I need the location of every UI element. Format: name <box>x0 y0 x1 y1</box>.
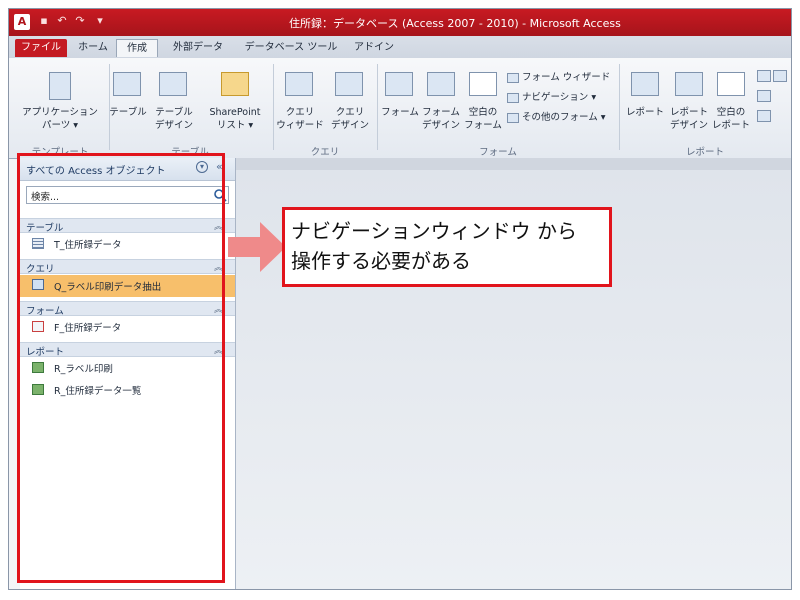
form-wizard-label: フォーム ウィザード <box>522 72 611 83</box>
tab-external-data[interactable]: 外部データ <box>165 39 231 57</box>
table-icon <box>113 72 141 96</box>
query-wizard-icon <box>285 72 313 96</box>
annotation-arrow-icon <box>228 222 286 272</box>
tab-create[interactable]: 作成 <box>116 39 158 57</box>
redo-icon[interactable]: ↷ <box>73 14 87 28</box>
form-design-icon <box>427 72 455 96</box>
query-design-icon <box>335 72 363 96</box>
tab-file[interactable]: ファイル <box>15 39 67 57</box>
navigation-label: ナビゲーション ▾ <box>522 92 597 103</box>
customize-icon[interactable]: ▾ <box>93 14 107 28</box>
sharepoint-list-button[interactable]: SharePoint リスト ▾ <box>201 106 269 132</box>
report-more-icon[interactable] <box>757 90 771 102</box>
report-design-icon <box>675 72 703 96</box>
ribbon-tab-row: ファイル ホーム 作成 外部データ データベース ツール アドイン <box>9 36 791 59</box>
report-extra-icon[interactable] <box>757 110 771 122</box>
blank-form-icon <box>469 72 497 96</box>
form-wizard-button[interactable]: フォーム ウィザード <box>507 70 610 85</box>
report-group-label: レポート <box>685 147 724 158</box>
form-icon <box>385 72 413 96</box>
tab-database-tools[interactable]: データベース ツール <box>241 39 341 57</box>
more-forms-icon <box>507 112 519 123</box>
more-forms-label: その他のフォーム ▾ <box>522 112 606 123</box>
form-wizard-icon <box>507 72 519 83</box>
more-forms-button[interactable]: その他のフォーム ▾ <box>507 110 606 125</box>
navigation-button[interactable]: ナビゲーション ▾ <box>507 90 596 105</box>
undo-icon[interactable]: ↶ <box>55 14 69 28</box>
tab-home[interactable]: ホーム <box>73 39 113 57</box>
sharepoint-list-icon <box>221 72 249 96</box>
query-group-label: クエリ <box>310 147 340 158</box>
form-group-label: フォーム <box>479 147 517 158</box>
report-design-button[interactable]: レポート デザイン <box>667 106 711 132</box>
ribbon-divider <box>377 64 378 150</box>
ribbon-divider <box>619 64 620 150</box>
report-icon <box>631 72 659 96</box>
access-app-icon[interactable]: A <box>14 14 30 30</box>
table-design-icon <box>159 72 187 96</box>
table-button[interactable]: テーブル <box>109 106 147 119</box>
form-design-button[interactable]: フォーム デザイン <box>419 106 463 132</box>
navigation-icon <box>507 92 519 103</box>
annotation-highlight-box <box>17 153 225 583</box>
window-title: 住所録：データベース (Access 2007 - 2010) - Micros… <box>289 17 621 30</box>
query-design-button[interactable]: クエリ デザイン <box>325 106 375 132</box>
annotation-text: ナビゲーションウィンドウ から 操作する必要がある <box>291 219 577 273</box>
report-wizard-icon[interactable] <box>757 70 771 82</box>
blank-form-button[interactable]: 空白の フォーム <box>461 106 505 132</box>
report-button[interactable]: レポート <box>623 106 667 119</box>
save-icon[interactable]: ▪ <box>37 14 51 28</box>
ribbon-divider <box>273 64 274 150</box>
tab-add-ins[interactable]: アドイン <box>349 39 399 57</box>
title-bar: A ▪ ↶ ↷ ▾ 住所録：データベース (Access 2007 - 2010… <box>9 9 791 36</box>
ribbon: アプリケーション パーツ ▾ テンプレート テーブル テーブル デザイン Sha… <box>9 58 791 159</box>
blank-report-button[interactable]: 空白の レポート <box>709 106 753 132</box>
application-parts-icon <box>49 72 71 100</box>
table-design-button[interactable]: テーブル デザイン <box>149 106 199 132</box>
labels-icon[interactable] <box>773 70 787 82</box>
annotation-callout: ナビゲーションウィンドウ から 操作する必要がある <box>282 207 612 287</box>
application-parts-button[interactable]: アプリケーション パーツ ▾ <box>13 106 107 132</box>
blank-report-icon <box>717 72 745 96</box>
form-button[interactable]: フォーム <box>379 106 421 119</box>
query-wizard-button[interactable]: クエリ ウィザード <box>275 106 325 132</box>
